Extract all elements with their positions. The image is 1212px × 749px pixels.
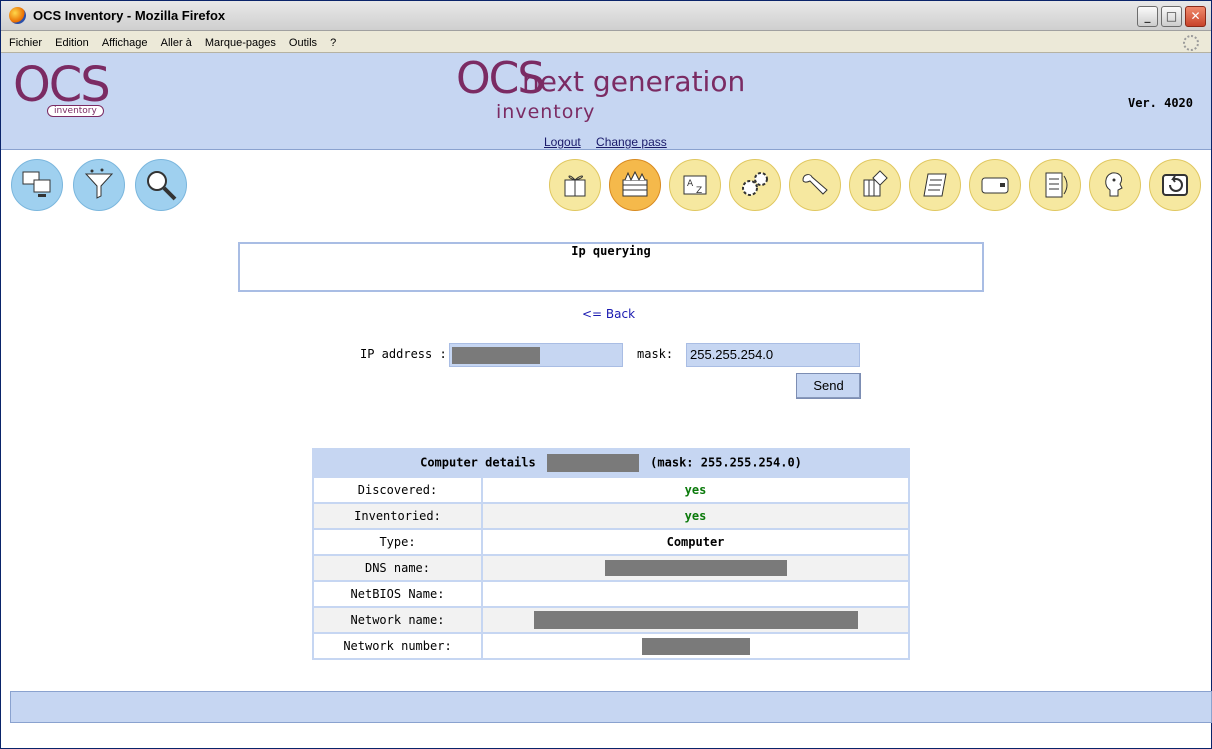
- menu-edition[interactable]: Edition: [55, 32, 89, 54]
- back-link[interactable]: <= Back: [582, 307, 635, 321]
- row-label: Inventoried:: [312, 502, 483, 530]
- row-label: Network name:: [312, 606, 483, 634]
- table-row: Network number:: [312, 632, 910, 660]
- redacted-ip: [546, 454, 639, 472]
- row-value: yes: [481, 502, 910, 530]
- gift-icon[interactable]: [549, 159, 601, 211]
- table-row: Inventoried: yes: [312, 502, 910, 530]
- computers-icon[interactable]: [11, 159, 63, 211]
- menu-bar: Fichier Edition Affichage Aller à Marque…: [1, 31, 1211, 53]
- send-button[interactable]: Send: [796, 373, 861, 399]
- minimize-button[interactable]: _: [1137, 6, 1158, 27]
- browser-window: OCS Inventory - Mozilla Firefox _ □ ✕ Fi…: [0, 0, 1212, 749]
- gears-icon[interactable]: [729, 159, 781, 211]
- menu-aller-a[interactable]: Aller à: [161, 32, 192, 54]
- ocs-ng-logo: OCS next generation inventory: [456, 53, 786, 129]
- svg-text:Z: Z: [696, 186, 702, 196]
- menu-affichage[interactable]: Affichage: [102, 32, 148, 54]
- page-header: OCS inventory OCS next generation invent…: [1, 53, 1211, 150]
- document-icon[interactable]: [1029, 159, 1081, 211]
- title-bar: OCS Inventory - Mozilla Firefox _ □ ✕: [1, 1, 1211, 31]
- table-row: DNS name:: [312, 554, 910, 582]
- table-row: NetBIOS Name:: [312, 580, 910, 608]
- redacted-network-name: [533, 611, 858, 629]
- redacted-dns-name: [604, 560, 787, 576]
- ocs-logo[interactable]: OCS inventory: [13, 57, 133, 125]
- details-header-prefix: Computer details: [420, 455, 536, 470]
- table-row: Type: Computer: [312, 528, 910, 556]
- version-label: Ver. 4020: [1127, 96, 1193, 110]
- header-links: Logout Change pass: [544, 135, 679, 149]
- redacted-network-number: [641, 637, 750, 655]
- dictionary-icon[interactable]: AZ: [669, 159, 721, 211]
- back-icon[interactable]: [1149, 159, 1201, 211]
- logo-left-sub: inventory: [47, 105, 104, 117]
- logo-center-ng: next generation: [522, 65, 746, 98]
- firefox-icon: [9, 7, 26, 24]
- redacted-ip: [452, 347, 540, 364]
- footer-bar: [10, 691, 1212, 723]
- row-value: [481, 606, 910, 634]
- logout-link[interactable]: Logout: [544, 135, 581, 149]
- table-row: Discovered: yes: [312, 476, 910, 504]
- row-value: [481, 580, 910, 608]
- row-value: [481, 632, 910, 660]
- menu-outils[interactable]: Outils: [289, 32, 317, 54]
- mask-label: mask:: [637, 347, 674, 361]
- window-title: OCS Inventory - Mozilla Firefox: [33, 8, 226, 23]
- mask-input[interactable]: 255.255.254.0: [686, 343, 860, 367]
- row-label: DNS name:: [312, 554, 483, 582]
- help-icon[interactable]: [1089, 159, 1141, 211]
- row-value: yes: [481, 476, 910, 504]
- row-label: NetBIOS Name:: [312, 580, 483, 608]
- menu-marque-pages[interactable]: Marque-pages: [205, 32, 276, 54]
- close-button[interactable]: ✕: [1185, 6, 1206, 27]
- details-header: Computer details (mask: 255.255.254.0): [313, 449, 909, 477]
- row-value: Computer: [481, 528, 910, 556]
- ip-address-label: IP address :: [360, 347, 447, 361]
- computer-details-table: Computer details (mask: 255.255.254.0) D…: [312, 448, 910, 660]
- search-icon[interactable]: [135, 159, 187, 211]
- details-header-suffix: (mask: 255.255.254.0): [650, 455, 802, 470]
- row-label: Discovered:: [312, 476, 483, 504]
- change-pass-link[interactable]: Change pass: [596, 135, 667, 149]
- wrench-icon[interactable]: [789, 159, 841, 211]
- row-label: Network number:: [312, 632, 483, 660]
- scroll-icon[interactable]: [909, 159, 961, 211]
- row-label: Type:: [312, 528, 483, 556]
- row-value: [481, 554, 910, 582]
- page-title: Ip querying: [238, 242, 984, 292]
- menu-fichier[interactable]: Fichier: [9, 32, 42, 54]
- throbber-icon: [1183, 35, 1199, 51]
- firewall-icon[interactable]: [609, 159, 661, 211]
- logo-center-inv: inventory: [496, 101, 596, 123]
- software-icon[interactable]: [849, 159, 901, 211]
- menu-help[interactable]: ?: [330, 32, 336, 54]
- maximize-button[interactable]: □: [1161, 6, 1182, 27]
- ip-address-input[interactable]: [449, 343, 623, 367]
- svg-text:A: A: [687, 179, 694, 189]
- table-row: Network name:: [312, 606, 910, 634]
- filter-icon[interactable]: [73, 159, 125, 211]
- card-icon[interactable]: [969, 159, 1021, 211]
- icon-toolbar: AZ: [1, 151, 1211, 231]
